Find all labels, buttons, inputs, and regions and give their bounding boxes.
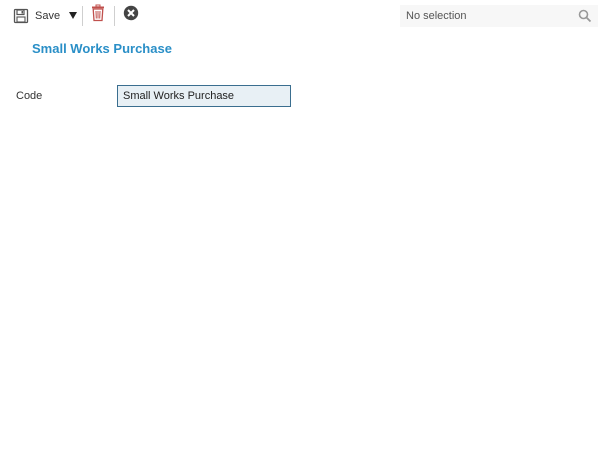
cancel-button[interactable] bbox=[123, 5, 139, 26]
toolbar-divider bbox=[82, 6, 83, 26]
toolbar: Save bbox=[0, 0, 600, 32]
page: Save No selection Small Works Purchase C… bbox=[0, 0, 600, 461]
save-button[interactable]: Save bbox=[13, 6, 60, 26]
caret-down-icon bbox=[68, 7, 78, 25]
save-options-dropdown[interactable] bbox=[67, 9, 79, 23]
trash-icon bbox=[90, 4, 106, 27]
record-search-input[interactable] bbox=[406, 5, 570, 27]
code-label: Code bbox=[16, 90, 43, 102]
code-field-row: Code bbox=[0, 85, 600, 109]
search-icon[interactable] bbox=[578, 9, 592, 23]
record-selector bbox=[400, 5, 598, 27]
delete-button[interactable] bbox=[90, 4, 106, 27]
code-field[interactable] bbox=[117, 85, 291, 107]
floppy-disk-icon bbox=[13, 8, 29, 24]
page-title: Small Works Purchase bbox=[32, 41, 172, 56]
save-label: Save bbox=[35, 10, 61, 22]
close-circle-icon bbox=[123, 5, 139, 26]
toolbar-divider bbox=[114, 6, 115, 26]
